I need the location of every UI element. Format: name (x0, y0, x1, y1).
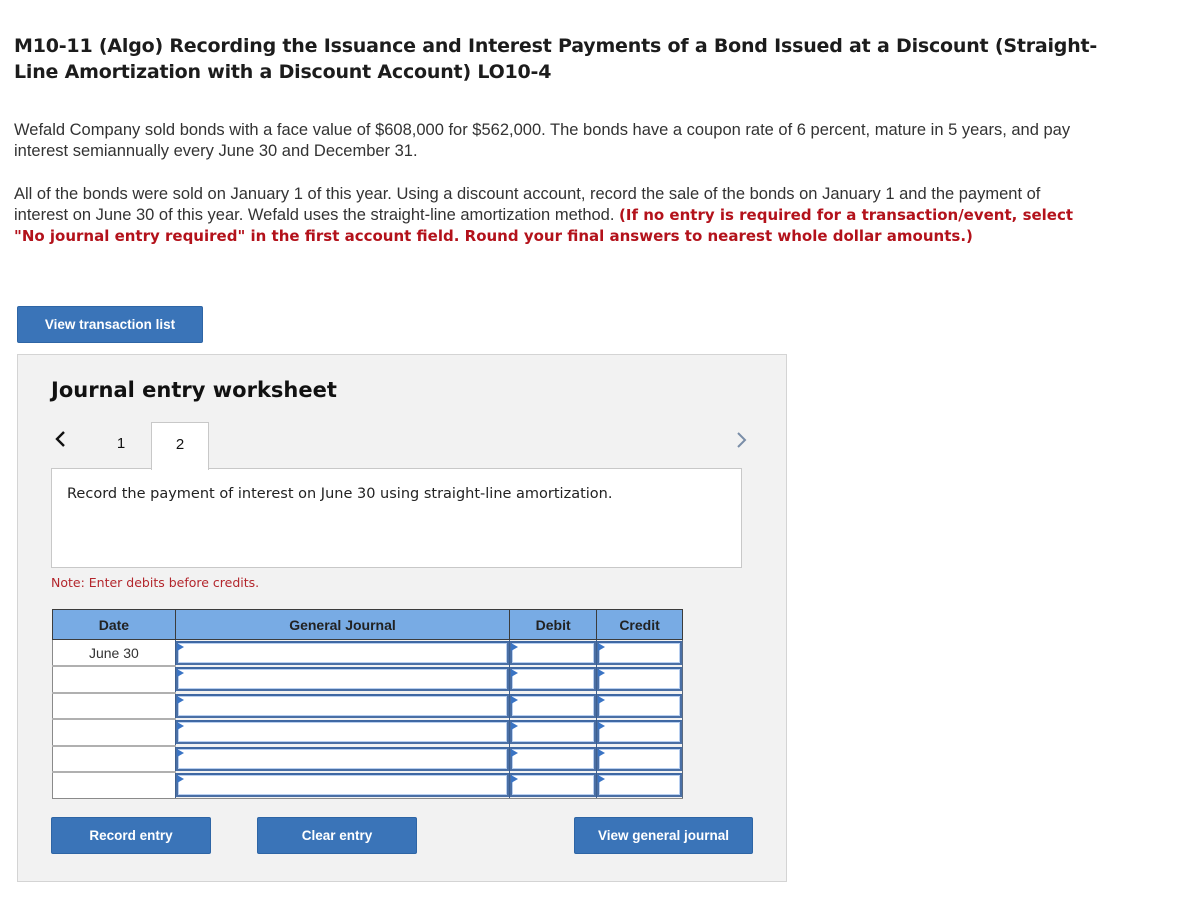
date-cell (52, 719, 176, 747)
chevron-right-icon (737, 432, 747, 448)
next-entry-button[interactable] (734, 429, 750, 451)
credit-input[interactable] (597, 746, 682, 771)
date-cell (52, 666, 176, 694)
entry-note: Note: Enter debits before credits. (51, 575, 260, 590)
account-input[interactable] (175, 693, 510, 718)
date-cell (52, 772, 176, 799)
debit-input[interactable] (510, 641, 597, 665)
credit-input[interactable] (597, 667, 682, 692)
date-cell (52, 692, 176, 720)
debit-input[interactable] (510, 720, 597, 745)
record-entry-button[interactable]: Record entry (51, 817, 211, 854)
date-cell: June 30 (52, 639, 176, 667)
credit-input[interactable] (597, 720, 682, 745)
account-input[interactable] (175, 641, 510, 665)
previous-entry-button[interactable] (52, 428, 68, 450)
clear-entry-button[interactable]: Clear entry (257, 817, 417, 854)
date-cell (52, 745, 176, 773)
entry-description-box: Record the payment of interest on June 3… (51, 468, 742, 568)
journal-row (52, 719, 683, 747)
view-general-journal-button[interactable]: View general journal (574, 817, 753, 854)
journal-row (52, 692, 683, 720)
tab-entry-2[interactable]: 2 (151, 422, 209, 470)
column-header-debit: Debit (509, 609, 598, 640)
account-input[interactable] (175, 667, 510, 692)
chevron-left-icon (55, 431, 65, 447)
worksheet-title: Journal entry worksheet (51, 378, 337, 402)
column-header-general-journal: General Journal (174, 609, 511, 640)
journal-row (52, 666, 683, 694)
account-input[interactable] (175, 746, 510, 771)
problem-title: M10-11 (Algo) Recording the Issuance and… (14, 35, 1098, 83)
journal-row: June 30 (52, 639, 683, 667)
debit-input[interactable] (510, 773, 597, 797)
view-transaction-list-button[interactable]: View transaction list (17, 306, 203, 343)
column-header-date: Date (52, 609, 176, 640)
credit-input[interactable] (597, 773, 682, 797)
entry-description: Record the payment of interest on June 3… (67, 486, 613, 502)
journal-header-row: Date General Journal Debit Credit (52, 609, 683, 640)
journal-row (52, 772, 683, 799)
journal-row (52, 745, 683, 773)
credit-input[interactable] (597, 693, 682, 718)
debit-input[interactable] (510, 667, 597, 692)
tab-entry-1[interactable]: 1 (92, 422, 150, 469)
column-header-credit: Credit (596, 609, 683, 640)
debit-input[interactable] (510, 746, 597, 771)
journal-table: Date General Journal Debit Credit June 3… (52, 609, 683, 799)
credit-input[interactable] (597, 641, 682, 665)
problem-paragraph-2: All of the bonds were sold on January 1 … (14, 184, 1094, 247)
account-input[interactable] (175, 773, 510, 797)
problem-paragraph-1: Wefald Company sold bonds with a face va… (14, 121, 1071, 160)
account-input[interactable] (175, 720, 510, 745)
journal-entry-worksheet: Journal entry worksheet 1 2 Record the p… (17, 354, 787, 882)
debit-input[interactable] (510, 693, 597, 718)
